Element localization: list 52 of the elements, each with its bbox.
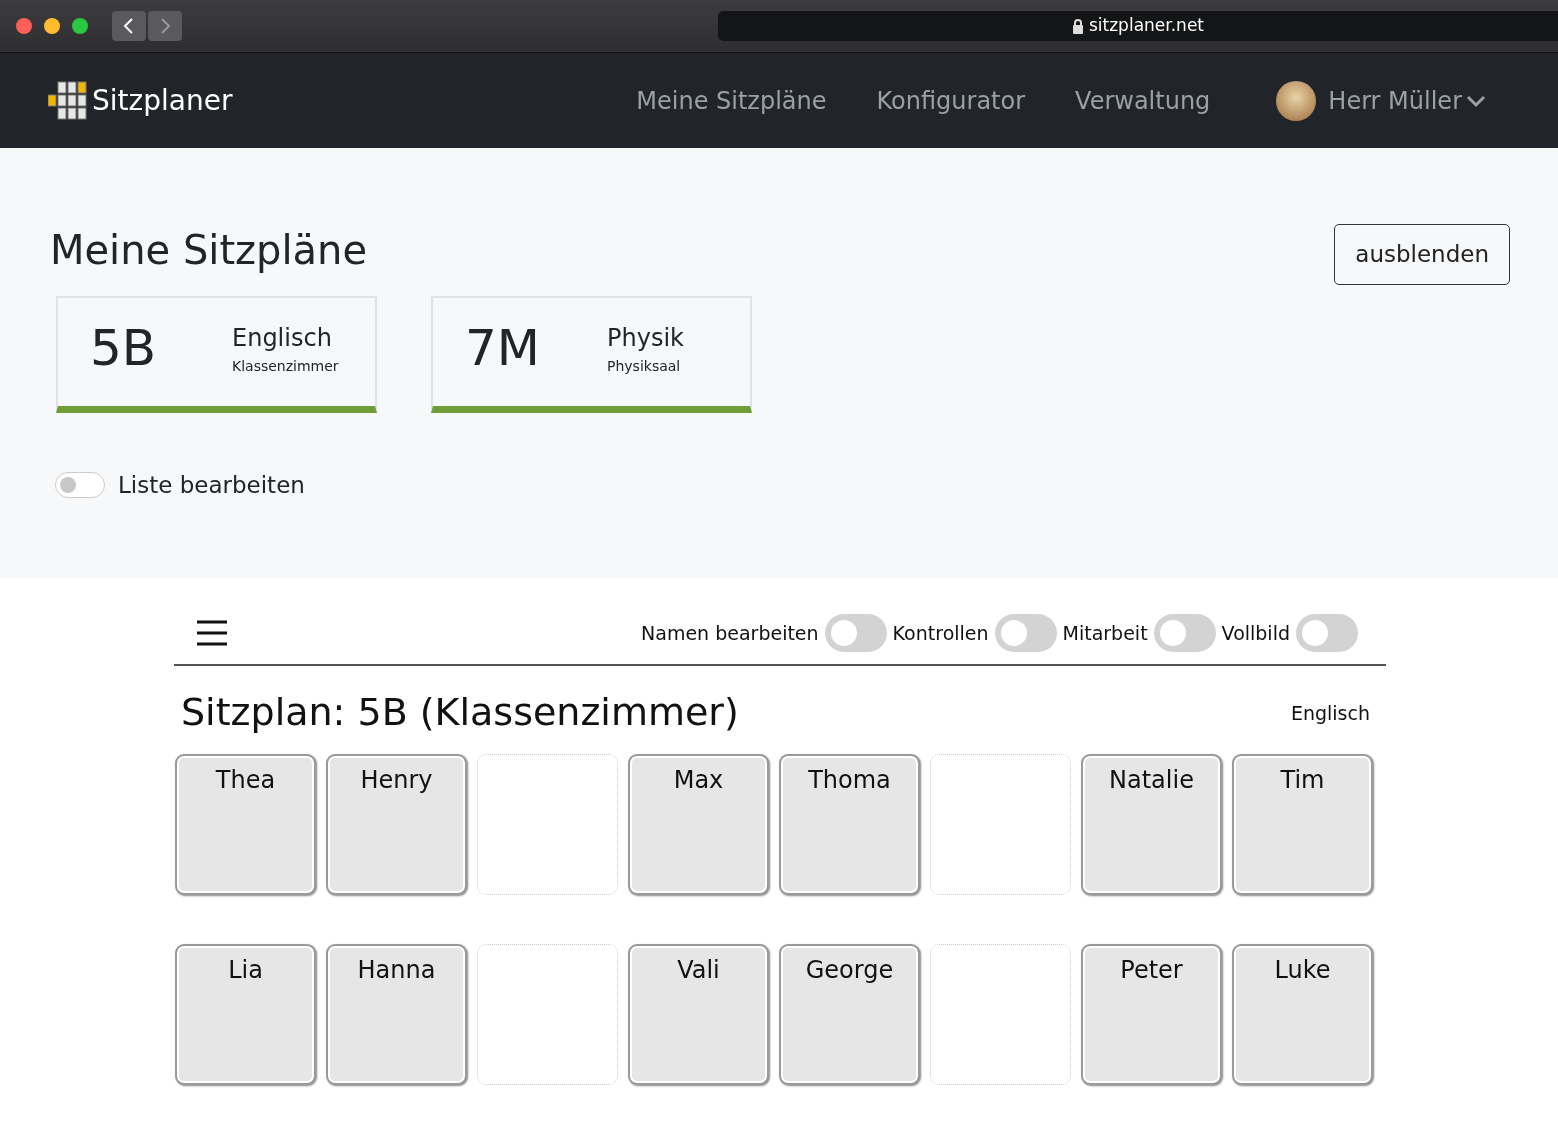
student-seat[interactable]: Henry	[326, 753, 467, 895]
toggle-label: Liste bearbeiten	[118, 470, 305, 500]
subject-name: Physik	[607, 323, 684, 354]
student-seat[interactable]: Tim	[1232, 753, 1373, 895]
close-icon[interactable]	[16, 18, 32, 34]
student-seat[interactable]: Thea	[175, 753, 316, 895]
student-seat[interactable]: Vali	[628, 943, 769, 1085]
maximize-icon[interactable]	[72, 18, 88, 34]
student-seat[interactable]: Luke	[1232, 943, 1373, 1085]
avatar-picture	[1276, 80, 1317, 121]
nav-link[interactable]: Konfigurator	[876, 82, 1026, 119]
student-seat[interactable]: Hanna	[326, 943, 467, 1085]
user-menu[interactable]: Herr Müller	[1328, 82, 1462, 119]
plan-heading: Sitzplan: 5B (Klassenzimmer)	[181, 690, 739, 736]
chevron-right-icon	[158, 17, 172, 35]
toggle-label: Mitarbeit	[1062, 620, 1148, 646]
student-seat[interactable]: Lia	[175, 943, 316, 1085]
room-name: Physiksaal	[607, 357, 682, 376]
chevron-down-icon[interactable]	[1466, 93, 1486, 108]
page-heading: Meine Sitzpläne	[50, 226, 368, 274]
minimize-icon[interactable]	[44, 18, 60, 34]
toggle-switch[interactable]	[994, 614, 1057, 652]
plan-card[interactable]: 5B Englisch Klassenzimmer	[56, 295, 377, 413]
toggle-label: Namen bearbeiten	[641, 620, 819, 646]
nav-link[interactable]: Meine Sitzpläne	[636, 82, 827, 119]
toggle-label: Vollbild	[1221, 620, 1290, 646]
toggle-switch[interactable]	[1153, 614, 1216, 652]
toggle-switch[interactable]	[55, 471, 105, 498]
toggle-switch[interactable]	[1296, 614, 1358, 652]
student-seat[interactable]: Peter	[1081, 943, 1222, 1085]
hide-button[interactable]: ausblenden	[1334, 224, 1510, 285]
logo-icon	[48, 80, 88, 121]
subject-name: Englisch	[232, 323, 333, 354]
address-bar[interactable]: sitzplaner.net	[718, 11, 1558, 41]
chevron-left-icon	[122, 17, 136, 35]
student-seat[interactable]: Natalie	[1081, 753, 1222, 895]
student-seat[interactable]: Max	[628, 753, 769, 895]
student-seat[interactable]: Thoma	[779, 753, 920, 895]
brand-link[interactable]: Sitzplaner	[92, 79, 233, 122]
class-name: 5B	[90, 318, 158, 379]
room-name: Klassenzimmer	[232, 357, 339, 376]
menu-icon[interactable]	[196, 619, 228, 647]
subject-label: Englisch	[1290, 700, 1370, 726]
toggle-label: Kontrollen	[892, 620, 989, 646]
url-text: sitzplaner.net	[1088, 14, 1205, 38]
back-button[interactable]	[112, 11, 146, 41]
student-seat[interactable]: George	[779, 943, 920, 1085]
nav-link[interactable]: Verwaltung	[1075, 82, 1211, 119]
class-name: 7M	[465, 318, 541, 379]
toggle-switch[interactable]	[824, 614, 887, 652]
lock-icon	[1071, 18, 1084, 34]
plan-card[interactable]: 7M Physik Physiksaal	[431, 295, 752, 413]
